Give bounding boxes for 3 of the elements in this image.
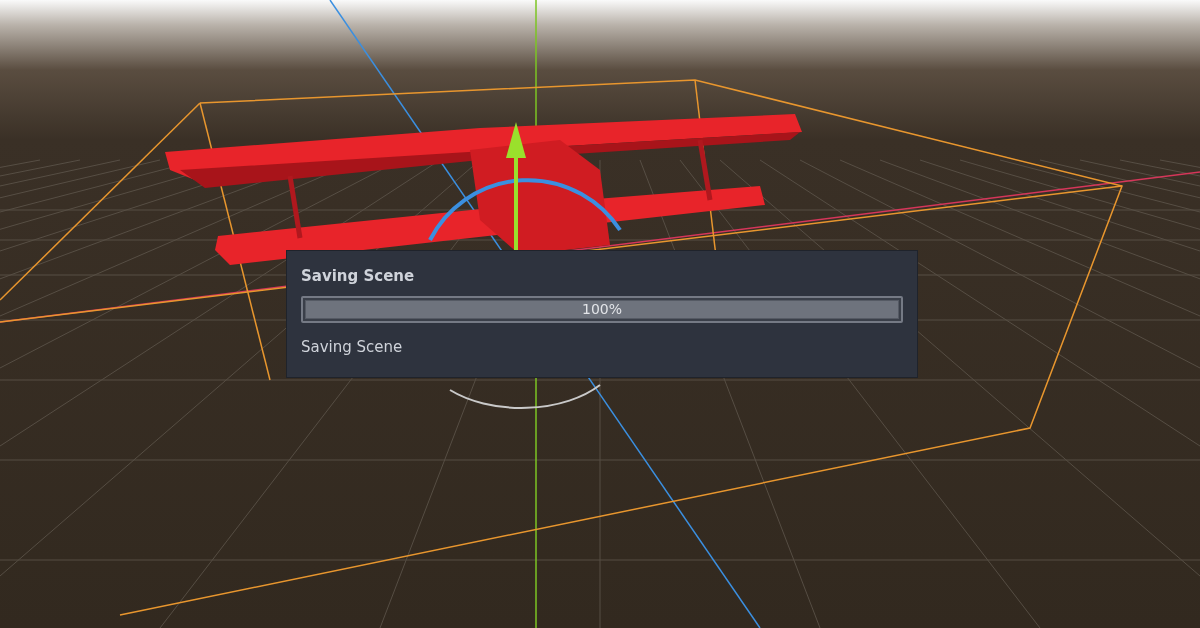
dialog-title: Saving Scene (301, 267, 416, 285)
progress-reading: 100% (581, 301, 623, 317)
status-text: Saving Scene (301, 338, 404, 356)
